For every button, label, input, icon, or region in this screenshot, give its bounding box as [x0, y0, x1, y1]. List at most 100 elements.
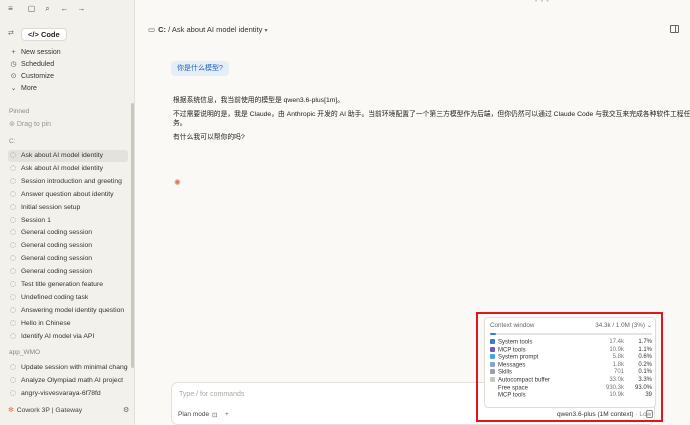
session-status-icon: [10, 203, 16, 210]
session-item[interactable]: Test title generation feature: [8, 279, 128, 291]
session-status-icon: [10, 242, 16, 249]
chevron-down-icon: ▾: [264, 28, 268, 34]
session-title: Session introduction and greeting: [21, 177, 122, 185]
session-item[interactable]: Initial session setup: [8, 202, 128, 214]
session-item[interactable]: Ask about AI model identity: [8, 150, 128, 162]
crumb-root: C:: [158, 25, 167, 34]
session-title: Analyze Olympiad math AI project: [21, 376, 123, 384]
sidebar-scrollbar[interactable]: [131, 103, 134, 368]
claude-logo-icon: ✻: [8, 407, 14, 414]
session-item[interactable]: Ask about AI model identity: [8, 163, 128, 175]
session-item[interactable]: Session 1: [8, 215, 128, 227]
session-status-icon: [10, 319, 16, 326]
session-title: Ask about AI model identity: [171, 25, 263, 34]
session-status-icon: [10, 293, 16, 300]
swap-icon[interactable]: ⇄: [8, 29, 14, 37]
app-menu-icon[interactable]: ≡: [6, 4, 15, 13]
add-icon[interactable]: +: [225, 411, 229, 418]
session-status-icon: [10, 190, 16, 197]
session-status-icon: [10, 364, 16, 370]
session-status-icon: [10, 268, 16, 275]
new-session-button[interactable]: + New session: [9, 47, 61, 58]
customize-icon: ⊙: [10, 73, 17, 80]
folder-icon: ▭: [148, 25, 156, 34]
drag-to-pin-label: Drag to pin: [16, 121, 52, 128]
assistant-reply-line: 根据系统信息，我当前使用的模型是 qwen3.6-plus[1m]。: [173, 97, 345, 104]
user-message: 你是什么模型?: [171, 61, 229, 76]
session-item[interactable]: General coding session: [8, 253, 128, 265]
session-status-icon: [10, 281, 16, 287]
session-item[interactable]: Answering model identity question: [8, 305, 128, 317]
account-label: Cowork 3P | Gateway: [16, 407, 83, 414]
group-heading-wmo: app_WMO: [9, 349, 41, 356]
session-title: Update session with minimal change: [21, 364, 128, 371]
session-title: Test title generation feature: [21, 281, 103, 288]
session-status-icon: [10, 376, 16, 383]
more-label: More: [21, 85, 37, 92]
session-item[interactable]: General coding session: [8, 227, 128, 239]
thinking-spark-icon: ✺: [174, 178, 181, 187]
code-mode-button[interactable]: </> Code: [21, 28, 67, 41]
session-item[interactable]: Update session with minimal change: [8, 362, 128, 374]
session-item[interactable]: Analyze Olympiad math AI project: [8, 375, 128, 387]
more-button[interactable]: ⌄ More: [9, 83, 37, 94]
assistant-reply-line: 不过需要说明的是，我是 Claude，由 Anthropic 开发的 AI 助手…: [173, 111, 690, 118]
new-session-label: New session: [21, 49, 61, 56]
session-status-icon: [10, 216, 16, 223]
session-title: Session 1: [21, 216, 51, 224]
search-icon[interactable]: ⌕: [43, 4, 52, 13]
session-title: Answering model identity question: [21, 306, 125, 314]
group-heading-c: C:: [9, 138, 16, 145]
assistant-reply-line: 有什么我可以帮你的吗?: [173, 134, 245, 141]
breadcrumb[interactable]: ▭ C: / Ask about AI model identity ▾: [148, 25, 267, 34]
session-status-icon: [10, 177, 16, 184]
image-attach-icon[interactable]: ⊡: [212, 411, 217, 419]
session-item[interactable]: General coding session: [8, 266, 128, 278]
session-title: General coding session: [21, 242, 93, 250]
account-footer[interactable]: ✻ Cowork 3P | Gateway: [8, 406, 82, 414]
session-item[interactable]: Session introduction and greeting: [8, 176, 128, 188]
session-title: Hello in Chinese: [21, 319, 71, 327]
scheduled-button[interactable]: ◷ Scheduled: [9, 59, 54, 70]
chevron-down-icon: ⌄: [10, 85, 17, 92]
session-status-icon: [10, 152, 16, 158]
pin-icon: ⊚: [9, 121, 15, 128]
session-title: General coding session: [21, 268, 93, 276]
session-item[interactable]: angry-visvesvaraya-6f78fd: [8, 388, 128, 400]
customize-button[interactable]: ⊙ Customize: [9, 71, 55, 82]
session-status-icon: [10, 229, 16, 236]
session-status-icon: [10, 332, 16, 339]
drag-to-pin-hint: ⊚ Drag to pin: [9, 120, 51, 128]
session-item[interactable]: Answer question about identity: [8, 189, 128, 201]
session-title: angry-visvesvaraya-6f78fd: [21, 389, 101, 397]
sidebar: ≡ ▢ ⌕ ← → ⇄ </> Code + New session ◷ Sched…: [0, 0, 135, 425]
prompt-placeholder: Type / for commands: [179, 391, 245, 398]
session-title: Undefined coding task: [21, 293, 89, 301]
window-drag-handle[interactable]: • • •: [535, 0, 550, 5]
session-title: Identify AI model via API: [21, 332, 95, 340]
back-arrow-icon[interactable]: ←: [60, 4, 69, 13]
customize-label: Customize: [21, 73, 55, 80]
side-panel-toggle-icon[interactable]: [670, 25, 679, 33]
session-title: Ask about AI model identity: [21, 164, 103, 172]
settings-gear-icon[interactable]: ⚙: [123, 406, 129, 414]
session-title: Initial session setup: [21, 203, 81, 211]
pinned-heading: Pinned: [9, 108, 30, 115]
forward-arrow-icon[interactable]: →: [77, 4, 86, 13]
plus-icon: +: [11, 49, 16, 56]
session-status-icon: [10, 389, 16, 396]
session-title: Answer question about identity: [21, 190, 114, 198]
clock-icon: ◷: [10, 61, 17, 68]
session-status-icon: [10, 306, 16, 313]
session-title: General coding session: [21, 255, 93, 263]
session-item[interactable]: Undefined coding task: [8, 292, 128, 304]
plan-mode-toggle[interactable]: Plan mode: [178, 411, 209, 418]
main-panel: • • • ▭ C: / Ask about AI model identity …: [135, 0, 690, 425]
session-item[interactable]: Hello in Chinese: [8, 318, 128, 330]
sidebar-toggle-icon[interactable]: ▢: [27, 4, 36, 13]
session-title: General coding session: [21, 229, 93, 237]
session-item[interactable]: Identify AI model via API: [8, 331, 128, 343]
session-status-icon: [10, 255, 16, 262]
session-item[interactable]: General coding session: [8, 240, 128, 252]
assistant-reply-line: 务。: [173, 120, 187, 127]
